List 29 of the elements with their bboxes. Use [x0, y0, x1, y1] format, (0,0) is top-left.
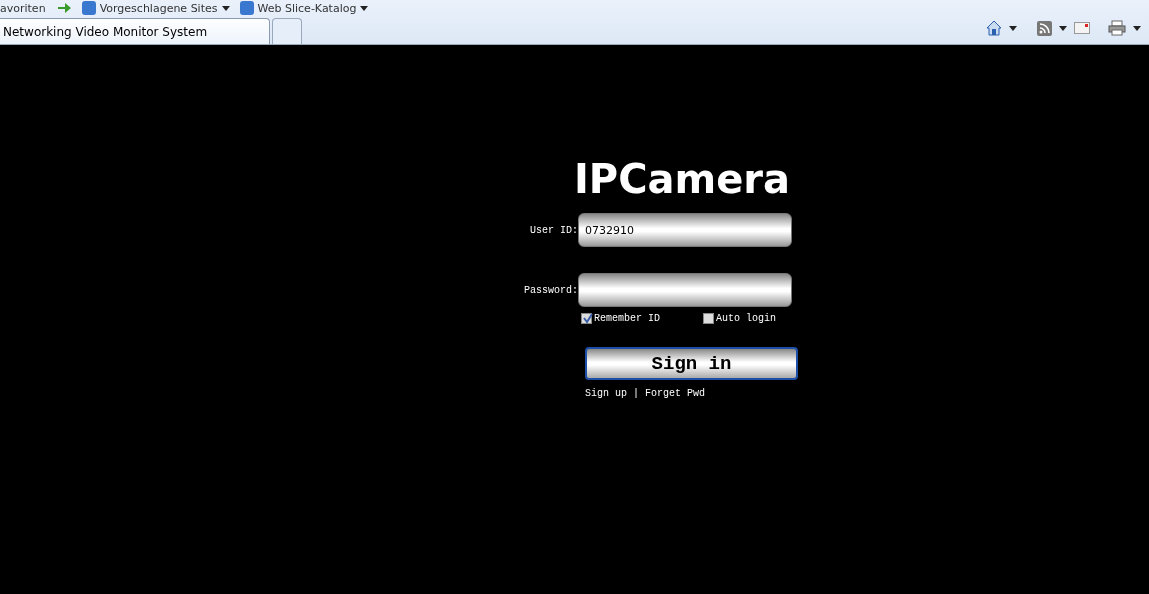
forgot-password-link[interactable]: Forget Pwd: [645, 388, 706, 399]
caret-icon[interactable]: [221, 5, 230, 11]
checkbox-label[interactable]: Auto login: [716, 313, 776, 324]
caret-icon[interactable]: [1009, 25, 1017, 31]
caret-icon[interactable]: [1059, 25, 1067, 31]
favorites-link[interactable]: Web Slice-Katalog: [257, 1, 357, 15]
rss-feed-icon[interactable]: [1037, 20, 1052, 36]
add-favorite-icon[interactable]: [55, 1, 72, 15]
user-id-field[interactable]: 0732910: [578, 213, 792, 247]
app-title: IPCamera: [572, 155, 792, 204]
field-label: Password:: [523, 284, 578, 296]
mail-icon[interactable]: [1074, 22, 1090, 34]
checkbox-label[interactable]: Remember ID: [594, 313, 660, 324]
page-icon: [81, 1, 96, 15]
page-icon: [239, 1, 254, 15]
checkbox[interactable]: [581, 313, 592, 324]
caret-icon[interactable]: [1133, 25, 1141, 31]
sign-in-button[interactable]: Sign in: [585, 347, 798, 380]
field-label: User ID:: [529, 224, 578, 236]
sign-up-link[interactable]: Sign up: [585, 388, 627, 399]
favorites-label[interactable]: avoriten: [0, 1, 46, 15]
checkbox[interactable]: [703, 313, 714, 324]
link-separator: |: [633, 388, 640, 399]
printer-icon[interactable]: [1108, 20, 1126, 36]
home-icon[interactable]: [986, 20, 1002, 36]
favorites-link[interactable]: Vorgeschlagene Sites: [99, 1, 218, 15]
password-field[interactable]: [578, 273, 792, 307]
caret-icon[interactable]: [360, 5, 369, 11]
browser-tab[interactable]: Networking Video Monitor System: [0, 18, 270, 44]
